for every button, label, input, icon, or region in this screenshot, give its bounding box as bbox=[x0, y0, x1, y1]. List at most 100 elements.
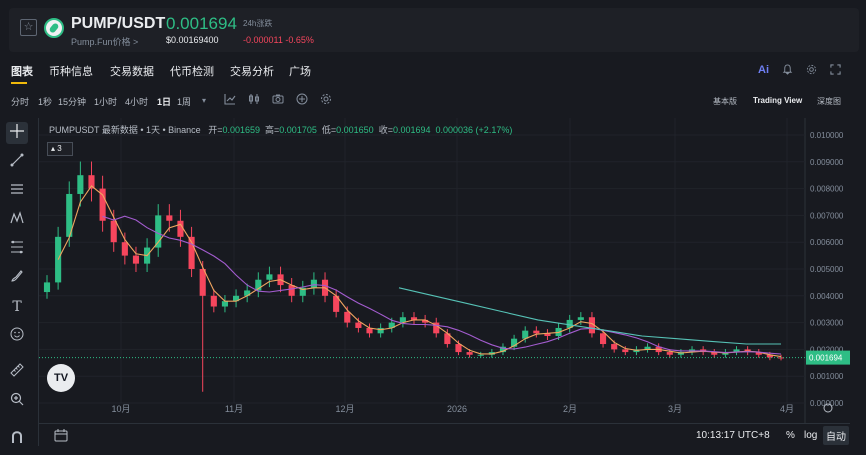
legend-open-label: 开= bbox=[208, 125, 223, 135]
x-tick-label: 2026 bbox=[447, 404, 467, 414]
candle-body bbox=[310, 279, 317, 288]
candlestick-chart-svg[interactable]: 0.0000000.0010000.0020000.0030000.004000… bbox=[39, 118, 851, 423]
ma-fast-line bbox=[57, 185, 782, 358]
indicator-icon[interactable] bbox=[224, 93, 236, 108]
interval-4h[interactable]: 4小时 bbox=[125, 95, 148, 108]
y-tick-label: 0.009000 bbox=[810, 158, 844, 167]
bell-icon[interactable] bbox=[782, 64, 793, 78]
settings-icon[interactable] bbox=[806, 64, 817, 78]
y-tick-label: 0.001000 bbox=[810, 372, 844, 381]
horizontal-lines-icon[interactable] bbox=[6, 180, 28, 202]
zoom-icon[interactable] bbox=[6, 390, 28, 412]
price-chart[interactable]: 0.000000 0.001000 0.002000 0.003000 0.004000… bbox=[38, 118, 850, 446]
pump-coin-icon bbox=[44, 18, 64, 38]
candle-body bbox=[166, 215, 173, 221]
pattern-icon[interactable] bbox=[6, 209, 28, 231]
candle-body bbox=[577, 317, 584, 320]
trendline-icon[interactable] bbox=[6, 151, 28, 173]
tab-chart[interactable]: 图表 bbox=[11, 63, 33, 79]
legend-high-label: 高= bbox=[265, 125, 280, 135]
interval-15m[interactable]: 15分钟 bbox=[58, 95, 86, 108]
legend-low: 0.001650 bbox=[336, 125, 374, 135]
x-tick-label: 3月 bbox=[668, 404, 682, 414]
legend-high: 0.001705 bbox=[279, 125, 317, 135]
candle-type-icon[interactable] bbox=[248, 93, 260, 108]
candle-body bbox=[344, 311, 351, 323]
percent-scale-button[interactable]: % bbox=[786, 430, 795, 441]
chevron-down-icon[interactable]: ▾ bbox=[202, 96, 206, 105]
candle-body bbox=[210, 295, 217, 307]
candle-body bbox=[600, 333, 607, 345]
y-tick-label: 0.008000 bbox=[810, 185, 844, 194]
text-icon[interactable]: T bbox=[6, 296, 28, 318]
candle-body bbox=[466, 352, 473, 355]
candle-body bbox=[355, 322, 362, 328]
candle-body bbox=[377, 327, 384, 334]
emoji-icon[interactable] bbox=[6, 325, 28, 347]
candle-body bbox=[121, 242, 128, 256]
magnet-icon[interactable] bbox=[6, 428, 28, 450]
camera-icon[interactable] bbox=[272, 93, 284, 108]
last-price-tag-label: 0.001694 bbox=[809, 354, 843, 363]
interval-timeline[interactable]: 分时 bbox=[11, 95, 29, 108]
fullscreen-icon[interactable] bbox=[830, 64, 841, 78]
x-tick-label: 12月 bbox=[335, 404, 354, 414]
legend-open: 0.001659 bbox=[222, 125, 261, 135]
crosshair-icon[interactable] bbox=[6, 122, 28, 144]
compare-icon[interactable] bbox=[296, 93, 308, 108]
candle-body bbox=[177, 220, 184, 237]
coin-price-link[interactable]: Pump.Fun价格 > bbox=[71, 35, 138, 48]
candle-body bbox=[455, 344, 462, 353]
candle-body bbox=[221, 301, 228, 307]
log-scale-button[interactable]: log bbox=[804, 430, 817, 441]
brush-icon[interactable] bbox=[6, 267, 28, 289]
interval-1s[interactable]: 1秒 bbox=[38, 95, 52, 108]
tab-trade-data[interactable]: 交易数据 bbox=[110, 63, 154, 79]
last-price-usd: $0.00169400 bbox=[166, 35, 219, 45]
pair-symbol[interactable]: PUMP/USDT bbox=[71, 15, 165, 33]
tab-token-check[interactable]: 代币检测 bbox=[170, 63, 214, 79]
x-tick-label: 4月 bbox=[780, 404, 794, 414]
interval-1w[interactable]: 1周 bbox=[177, 95, 191, 108]
candle-body bbox=[77, 175, 84, 194]
tab-square[interactable]: 广场 bbox=[289, 63, 311, 79]
view-basic[interactable]: 基本版 bbox=[713, 96, 737, 107]
indicator-count: 3 bbox=[57, 144, 62, 153]
candle-body bbox=[266, 274, 273, 280]
calendar-range-icon[interactable] bbox=[54, 428, 68, 445]
ohlc-legend: PUMPUSDT 最新数据 • 1天 • Binance 开=0.001659 … bbox=[49, 123, 512, 136]
ai-icon[interactable]: Ai bbox=[758, 64, 769, 76]
drawing-toolbar: T bbox=[0, 118, 35, 455]
auto-scale-button[interactable]: 自动 bbox=[823, 426, 849, 445]
tab-trade-analysis[interactable]: 交易分析 bbox=[230, 63, 274, 79]
change-24h-label: 24h涨跌 bbox=[243, 19, 273, 28]
view-tradingview[interactable]: Trading View bbox=[753, 96, 802, 105]
candle-body bbox=[611, 344, 618, 350]
indicator-badge[interactable]: ▴ 3 bbox=[47, 142, 73, 156]
candle-body bbox=[533, 330, 540, 334]
chart-tabs: 图表 币种信息 交易数据 代币检测 交易分析 广场 Ai bbox=[0, 58, 866, 84]
tab-coin-info[interactable]: 币种信息 bbox=[49, 63, 93, 79]
fib-icon[interactable] bbox=[6, 238, 28, 260]
y-tick-label: 0.010000 bbox=[810, 131, 844, 140]
y-tick-label: 0.004000 bbox=[810, 292, 844, 301]
legend-change: 0.000036 (+2.17%) bbox=[435, 125, 513, 135]
change-24h-value: -0.000011 -0.65% bbox=[243, 35, 314, 45]
candle-body bbox=[55, 236, 62, 283]
candle-body bbox=[477, 354, 484, 356]
candle-body bbox=[622, 349, 629, 353]
star-icon[interactable]: ☆ bbox=[20, 19, 37, 36]
interval-1h[interactable]: 1小时 bbox=[94, 95, 117, 108]
utc-clock[interactable]: 10:13:17 UTC+8 bbox=[696, 430, 770, 441]
chart-settings-icon[interactable] bbox=[320, 93, 332, 108]
candle-body bbox=[288, 285, 295, 296]
y-tick-label: 0.000000 bbox=[810, 399, 844, 408]
ruler-icon[interactable] bbox=[6, 361, 28, 383]
candle-body bbox=[110, 220, 117, 243]
legend-close-label: 收= bbox=[378, 125, 393, 135]
interval-1d[interactable]: 1日 bbox=[157, 95, 171, 108]
tradingview-logo[interactable]: TV bbox=[47, 364, 75, 392]
view-depth[interactable]: 深度图 bbox=[817, 96, 841, 107]
active-tab-indicator bbox=[11, 82, 27, 84]
x-tick-label: 2月 bbox=[563, 404, 577, 414]
